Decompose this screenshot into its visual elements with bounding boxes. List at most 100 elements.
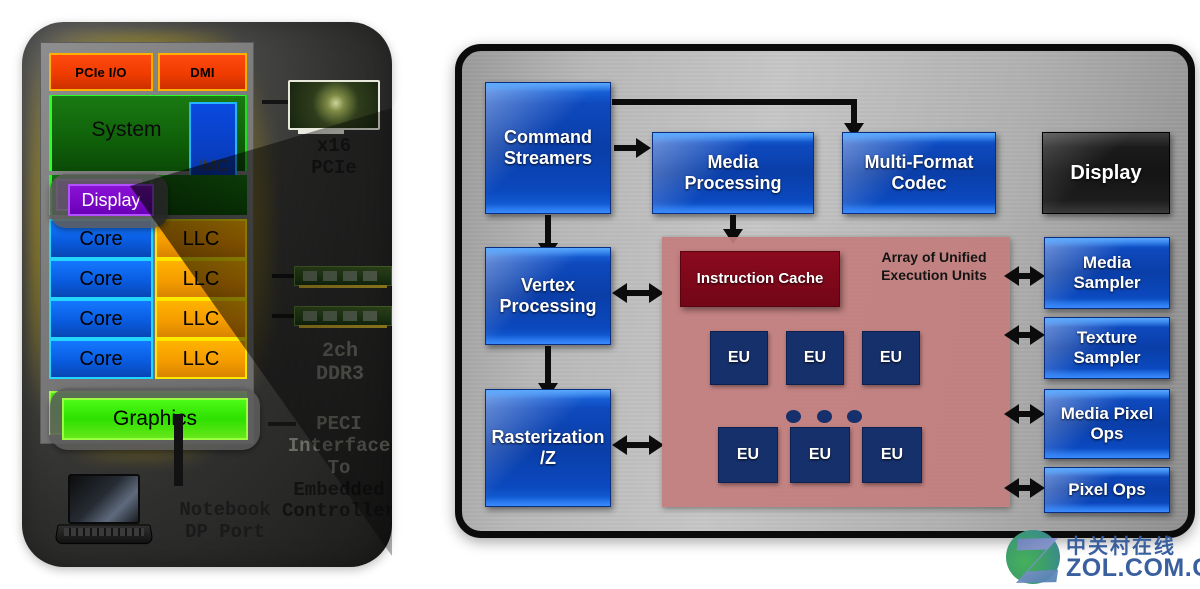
die-block-pcie-io: PCIe I/O	[49, 53, 153, 91]
notebook-label-line1: Notebook	[179, 499, 271, 521]
pcie-card-label-line2: PCIe	[311, 156, 357, 179]
zol-logo-icon	[1006, 530, 1060, 584]
peci-label-line4: Embedded	[293, 478, 385, 501]
pcie-card-label-line1: x16	[316, 135, 352, 157]
arrowhead-eu-pixel-ops-r	[1030, 478, 1045, 498]
dimm1-lead-line	[272, 274, 296, 278]
arrowhead-eu-media-sampler-l	[1004, 266, 1019, 286]
peci-label-line2: Interface	[287, 434, 391, 457]
die-block-dmi: DMI	[158, 53, 247, 91]
eu-dot	[786, 409, 801, 423]
cpu-die: PCIe I/O DMI System IMC Display Core LLC	[40, 42, 254, 444]
pcie-card-label: x16 PCIe	[284, 135, 384, 180]
die-block-graphics-label-2: Graphics	[112, 407, 198, 430]
block-instruction-cache[interactable]: Instruction Cache	[680, 251, 840, 307]
die-block-llc: LLC	[155, 219, 247, 259]
eu-array-title: Array of Unified Execution Units	[881, 249, 987, 283]
block-instruction-cache-label: Instruction Cache	[696, 270, 824, 288]
dimm-module	[294, 266, 392, 288]
dp-port-lead-line	[174, 414, 183, 486]
arrowhead-eu-texture-sampler-r	[1030, 325, 1045, 345]
block-multi-format-codec-label: Multi-Format Codec	[864, 152, 974, 193]
block-multi-format-codec[interactable]: Multi-Format Codec	[842, 132, 996, 214]
die-block-system: System IMC	[49, 95, 247, 192]
pcie-graphics-card-image	[288, 80, 380, 134]
block-command-streamers-label: Command Streamers	[503, 127, 593, 168]
eu-ellipsis-dots	[786, 409, 862, 423]
arrowhead-vertex-eu-left	[612, 283, 627, 303]
array-of-unified-execution-units: Instruction Cache Array of Unified Execu…	[662, 237, 1010, 507]
arrow-cs-to-media	[614, 145, 638, 151]
block-media-processing[interactable]: Media Processing	[652, 132, 814, 214]
block-eu[interactable]: EU	[786, 331, 844, 385]
command-bus-horizontal	[612, 99, 857, 105]
arrow-cs-to-vertex	[545, 215, 551, 245]
block-texture-sampler[interactable]: Texture Sampler	[1044, 317, 1170, 379]
block-eu[interactable]: EU	[790, 427, 850, 483]
block-display-label: Display	[1070, 161, 1142, 184]
notebook-image	[54, 474, 154, 546]
die-block-display-label-2: Display	[81, 189, 141, 210]
die-block-llc: LLC	[155, 259, 247, 299]
ddr3-label-line2: DDR3	[315, 363, 364, 386]
notebook-screen	[68, 474, 140, 524]
die-block-display-highlighted[interactable]: Display	[68, 184, 154, 216]
block-media-pixel-ops-label: Media Pixel Ops	[1060, 404, 1154, 443]
block-eu[interactable]: EU	[862, 427, 922, 483]
block-texture-sampler-label: Texture Sampler	[1073, 328, 1141, 367]
die-core-row: Core LLC	[49, 259, 247, 299]
arrowhead-eu-pixel-ops-l	[1004, 478, 1019, 498]
arrowhead-eu-media-sampler-r	[1030, 266, 1045, 286]
eu-dot	[847, 409, 862, 423]
peci-label-line1: PECI	[316, 413, 362, 435]
arrowhead-eu-media-pixel-ops-l	[1004, 404, 1019, 424]
block-rasterization[interactable]: Rasterization /Z	[485, 389, 611, 507]
die-block-pcie-io-label: PCIe I/O	[75, 64, 127, 80]
block-eu[interactable]: EU	[710, 331, 768, 385]
zol-watermark: 中关村在线 ZOL.COM.CN	[1006, 526, 1200, 586]
die-core-row: Core LLC	[49, 299, 247, 339]
die-block-imc-label: IMC	[197, 156, 229, 175]
notebook-keyboard	[64, 528, 144, 536]
die-core-row: Core LLC	[49, 339, 247, 379]
die-block-core: Core	[49, 259, 153, 299]
peci-label-line3: To	[327, 456, 351, 479]
block-eu[interactable]: EU	[862, 331, 920, 385]
arrow-vertex-to-raster	[545, 346, 551, 386]
block-command-streamers[interactable]: Command Streamers	[485, 82, 611, 214]
block-media-sampler[interactable]: Media Sampler	[1044, 237, 1170, 309]
notebook-label-line2: DP Port	[185, 520, 265, 543]
arrowhead-eu-texture-sampler-l	[1004, 325, 1019, 345]
die-block-llc: LLC	[155, 299, 247, 339]
gpu-block-diagram: Command Streamers Media Processing Multi…	[455, 44, 1195, 538]
block-media-sampler-label: Media Sampler	[1073, 253, 1141, 292]
die-block-core: Core	[49, 299, 153, 339]
block-display[interactable]: Display	[1042, 132, 1170, 214]
die-block-llc: LLC	[155, 339, 247, 379]
arrowhead-raster-eu-left	[612, 435, 627, 455]
command-bus-vertical	[851, 99, 857, 125]
die-block-graphics-highlighted[interactable]: Graphics	[62, 398, 248, 440]
ddr3-label: 2ch DDR3	[280, 340, 392, 386]
arrowhead-cs-to-media	[636, 138, 651, 158]
block-vertex-processing[interactable]: Vertex Processing	[485, 247, 611, 345]
die-block-system-label: System	[91, 118, 162, 141]
block-media-processing-label: Media Processing	[684, 152, 782, 193]
ddr3-label-line1: 2ch	[321, 340, 358, 363]
zol-z-glyph	[1015, 537, 1059, 584]
block-pixel-ops[interactable]: Pixel Ops	[1044, 467, 1170, 513]
cpu-package: PCIe I/O DMI System IMC Display Core LLC	[22, 22, 392, 567]
dimm-module	[294, 306, 392, 328]
die-block-core: Core	[49, 339, 153, 379]
block-eu[interactable]: EU	[718, 427, 778, 483]
eu-dot	[816, 409, 832, 423]
block-rasterization-label: Rasterization /Z	[491, 427, 605, 468]
pcie-lead-line	[262, 100, 290, 104]
watermark-domain-text: ZOL.COM.CN	[1066, 554, 1200, 582]
block-media-pixel-ops[interactable]: Media Pixel Ops	[1044, 389, 1170, 459]
arrowhead-eu-media-pixel-ops-r	[1030, 404, 1045, 424]
dimm2-lead-line	[272, 314, 296, 318]
notebook-dp-port-label: Notebook DP Port	[150, 499, 300, 544]
diagram-canvas: PCIe I/O DMI System IMC Display Core LLC	[0, 0, 1200, 589]
block-vertex-processing-label: Vertex Processing	[499, 275, 597, 316]
